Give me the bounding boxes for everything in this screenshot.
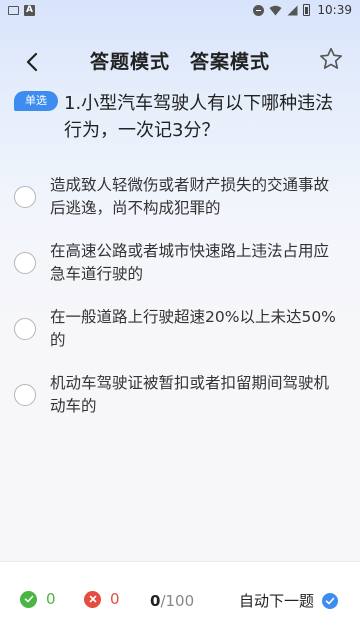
question-block: 单选 1.小型汽车驾驶人有以下哪种违法行为，一次记3分？ (14, 90, 344, 144)
status-right: 10:39 (253, 3, 352, 17)
progress-total: /100 (160, 592, 195, 610)
option-text: 在一般道路上行驶超速20%以上未达50%的 (50, 308, 336, 349)
tab-answer-mode[interactable]: 答题模式 (90, 48, 170, 76)
radio-button[interactable] (14, 384, 36, 406)
options-list: 造成致人轻微伤或者财产损失的交通事故后逃逸，尚不构成犯罪的 在高速公路或者城市快… (0, 170, 360, 434)
question-progress[interactable]: 0/100 (150, 592, 194, 610)
option-a[interactable]: 造成致人轻微伤或者财产损失的交通事故后逃逸，尚不构成犯罪的 (0, 170, 360, 220)
status-left: A (8, 4, 35, 16)
wrong-count-stat: 0 (84, 590, 120, 608)
option-text: 在高速公路或者城市快速路上违法占用应急车道行驶的 (50, 242, 330, 283)
radio-button[interactable] (14, 186, 36, 208)
option-b[interactable]: 在高速公路或者城市快速路上违法占用应急车道行驶的 (0, 236, 360, 286)
option-d[interactable]: 机动车驾驶证被暂扣或者扣留期间驾驶机动车的 (0, 368, 360, 418)
signal-icon (287, 5, 298, 15)
status-time: 10:39 (317, 3, 352, 17)
progress-current: 0 (150, 592, 161, 610)
favorite-button[interactable] (318, 46, 346, 74)
wrong-count: 0 (110, 590, 120, 608)
option-text: 造成致人轻微伤或者财产损失的交通事故后逃逸，尚不构成犯罪的 (50, 176, 330, 217)
status-bar: A 10:39 (0, 0, 360, 20)
cross-icon (84, 590, 101, 608)
tab-solution-mode[interactable]: 答案模式 (190, 48, 270, 76)
auto-next-label: 自动下一题 (238, 592, 314, 610)
auto-next-toggle[interactable]: 自动下一题 (239, 590, 338, 611)
image-icon (8, 5, 19, 15)
a-icon: A (24, 4, 35, 16)
bottom-bar: 0 0 0/100 自动下一题 (0, 561, 360, 640)
header: 答题模式 答案模式 (0, 40, 360, 84)
star-outline-icon (320, 47, 342, 69)
option-text: 机动车驾驶证被暂扣或者扣留期间驾驶机动车的 (50, 374, 330, 415)
radio-button[interactable] (14, 318, 36, 340)
option-c[interactable]: 在一般道路上行驶超速20%以上未达50%的 (0, 302, 360, 352)
battery-icon (303, 4, 311, 16)
mode-tabs: 答题模式 答案模式 (0, 48, 360, 76)
correct-count-stat: 0 (20, 590, 56, 608)
question-text: 1.小型汽车驾驶人有以下哪种违法行为，一次记3分？ (64, 93, 334, 141)
correct-count: 0 (46, 590, 56, 608)
dnd-icon (253, 4, 265, 16)
checked-circle-icon[interactable] (322, 592, 338, 609)
radio-button[interactable] (14, 252, 36, 274)
check-icon (20, 590, 37, 608)
wifi-icon (269, 5, 282, 15)
question-type-badge: 单选 (14, 91, 58, 111)
